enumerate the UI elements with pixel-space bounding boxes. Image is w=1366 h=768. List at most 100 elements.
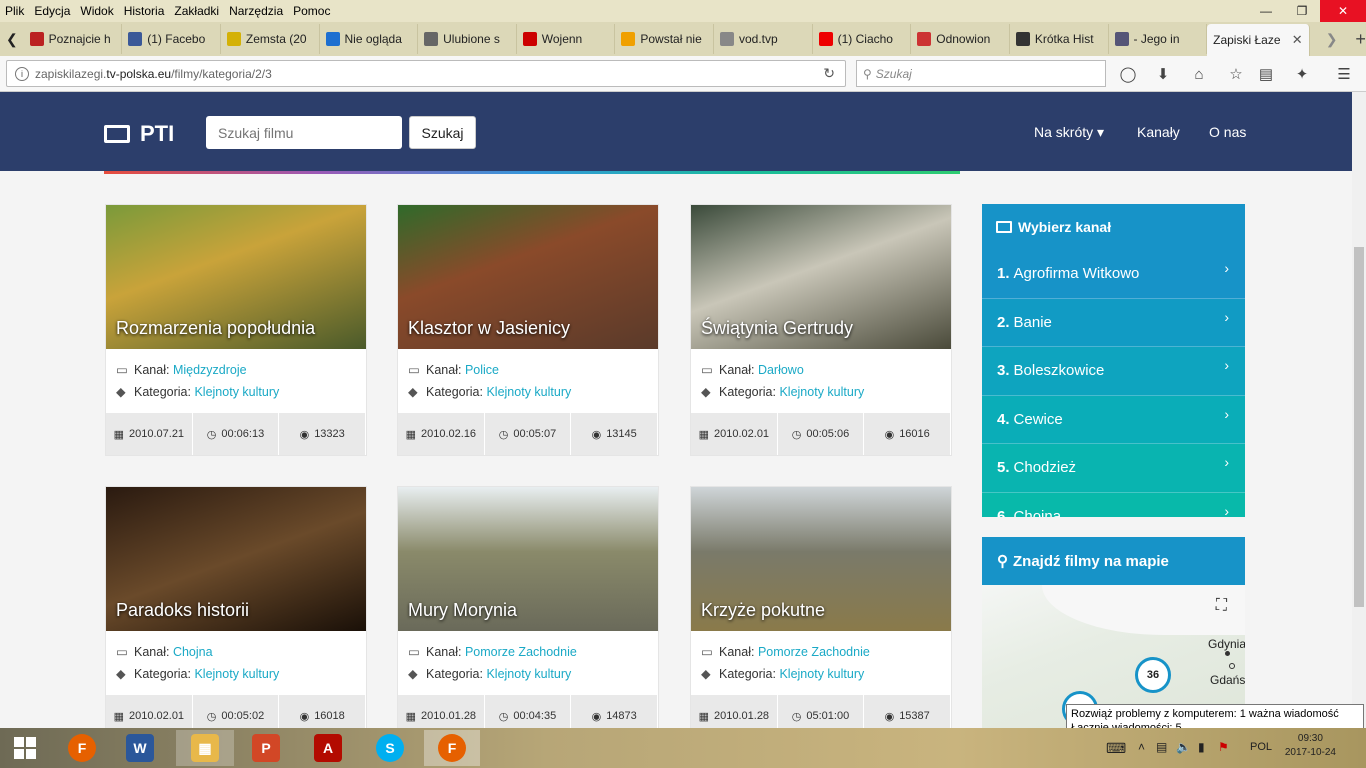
language-indicator[interactable]: POL (1250, 741, 1272, 753)
home-icon[interactable]: ⌂ (1189, 64, 1209, 84)
bookmark-star-icon[interactable]: ☆ (1226, 64, 1246, 84)
channel-item[interactable]: 3. Boleszkowice › (982, 347, 1245, 396)
browser-tab[interactable]: Nie ogląda (320, 24, 419, 54)
film-channel-link[interactable]: Pomorze Zachodnie (758, 645, 870, 659)
film-card[interactable]: Świątynia Gertrudy ▭ Kanał: Darłowo ◆ Katego… (690, 204, 952, 456)
menu-item[interactable]: Widok (75, 4, 118, 18)
film-title[interactable]: Krzyże pokutne (701, 600, 825, 621)
nav-channels-link[interactable]: Kanały (1137, 124, 1180, 140)
film-thumbnail[interactable]: Mury Morynia (398, 487, 658, 631)
nav-about-link[interactable]: O nas (1209, 124, 1246, 140)
taskbar-skype[interactable]: S (364, 730, 416, 766)
channel-item[interactable]: 2. Banie › (982, 298, 1245, 347)
taskbar-powerpoint[interactable]: P (240, 730, 292, 766)
film-category-link[interactable]: Klejnoty kultury (486, 385, 571, 399)
taskbar-firefox-active[interactable]: F (424, 730, 480, 766)
tabs-back-arrow-icon[interactable]: ❮ (0, 31, 24, 48)
browser-tab[interactable]: vod.tvp (714, 24, 813, 54)
film-card[interactable]: Paradoks historii ▭ Kanał: Chojna ◆ Kategori… (105, 486, 367, 738)
browser-tab[interactable]: Ulubione s (418, 24, 517, 54)
film-card[interactable]: Klasztor w Jasienicy ▭ Kanał: Police ◆ Kateg… (397, 204, 659, 456)
scrollbar-thumb[interactable] (1354, 247, 1364, 607)
film-thumbnail[interactable]: Paradoks historii (106, 487, 366, 631)
taskbar-acrobat[interactable]: A (302, 730, 354, 766)
taskbar-explorer[interactable]: ▦ (176, 730, 234, 766)
menu-item[interactable]: Pomoc (288, 4, 335, 18)
film-card[interactable]: Krzyże pokutne ▭ Kanał: Pomorze Zachodnie ◆… (690, 486, 952, 738)
film-title[interactable]: Mury Morynia (408, 600, 517, 621)
channel-item[interactable]: 5. Chodzież › (982, 444, 1245, 493)
volume-icon[interactable]: 🔈 (1176, 740, 1191, 754)
menu-item[interactable]: Edycja (29, 4, 75, 18)
browser-search-input[interactable]: ⚲ Szukaj (856, 60, 1106, 87)
film-category-link[interactable]: Klejnoty kultury (486, 667, 571, 681)
site-logo[interactable]: PTI (104, 121, 174, 147)
reload-icon[interactable]: ↻ (823, 65, 835, 82)
film-category-link[interactable]: Klejnoty kultury (194, 667, 279, 681)
url-bar[interactable]: i zapiskilazegi.tv-polska.eu/filmy/kateg… (6, 60, 846, 87)
page-scrollbar[interactable] (1352, 92, 1366, 728)
browser-tab[interactable]: - Jego in (1109, 24, 1208, 54)
extension-icon[interactable]: ✦ (1292, 64, 1312, 84)
film-thumbnail[interactable]: Rozmarzenia popołudnia (106, 205, 366, 349)
browser-tab[interactable]: Krótka Hist (1010, 24, 1109, 54)
map-cluster-marker[interactable]: 36 (1135, 657, 1171, 693)
menu-item[interactable]: Zakładki (169, 4, 224, 18)
hamburger-menu-icon[interactable]: ☰ (1334, 64, 1354, 84)
new-tab-icon[interactable]: + (1355, 29, 1366, 50)
restore-icon[interactable]: ❐ (1284, 0, 1320, 22)
film-category-link[interactable]: Klejnoty kultury (779, 667, 864, 681)
clock[interactable]: 09:30 2017-10-24 (1285, 732, 1336, 760)
wifi-icon[interactable]: ▤ (1156, 740, 1167, 754)
film-card[interactable]: Rozmarzenia popołudnia ▭ Kanał: Międzyzdro… (105, 204, 367, 456)
menu-item[interactable]: Historia (119, 4, 170, 18)
fullscreen-icon[interactable]: ⛶ (1216, 597, 1227, 615)
film-card[interactable]: Mury Morynia ▭ Kanał: Pomorze Zachodnie ◆ Ka… (397, 486, 659, 738)
browser-tab[interactable]: Powstał nie (615, 24, 714, 54)
channel-item[interactable]: 6. Chojna › (982, 492, 1245, 517)
browser-tab[interactable]: (1) Ciacho (813, 24, 912, 54)
taskbar-firefox[interactable]: F (56, 730, 108, 766)
nav-shortcuts-dropdown[interactable]: Na skróty ▾ (1034, 124, 1104, 141)
pocket-icon[interactable]: ◯ (1118, 64, 1138, 84)
film-search-input[interactable] (206, 116, 402, 149)
minimize-icon[interactable]: — (1248, 0, 1284, 22)
film-category-link[interactable]: Klejnoty kultury (779, 385, 864, 399)
tabs-forward-arrow-icon[interactable]: ❯ (1326, 31, 1338, 48)
battery-icon[interactable]: ▮ (1198, 740, 1205, 754)
browser-tab[interactable]: (1) Facebo (122, 24, 221, 54)
film-title[interactable]: Świątynia Gertrudy (701, 318, 853, 339)
browser-tab-active[interactable]: Zapiski Łaze ✕ (1207, 24, 1310, 56)
film-channel-link[interactable]: Międzyzdroje (173, 363, 247, 377)
film-channel-link[interactable]: Chojna (173, 645, 213, 659)
close-window-icon[interactable]: ✕ (1320, 0, 1366, 22)
film-channel-link[interactable]: Pomorze Zachodnie (465, 645, 577, 659)
film-title[interactable]: Rozmarzenia popołudnia (116, 318, 315, 339)
film-thumbnail[interactable]: Klasztor w Jasienicy (398, 205, 658, 349)
film-channel-link[interactable]: Police (465, 363, 499, 377)
keyboard-icon[interactable]: ⌨ (1106, 740, 1126, 757)
info-icon[interactable]: i (15, 66, 29, 81)
browser-tab[interactable]: Poznajcie h (24, 24, 123, 54)
tray-chevron-icon[interactable]: ˄ (1138, 740, 1145, 754)
tab-close-icon[interactable]: ✕ (1292, 32, 1303, 48)
menu-item[interactable]: Narzędzia (224, 4, 288, 18)
film-thumbnail[interactable]: Świątynia Gertrudy (691, 205, 951, 349)
film-channel-link[interactable]: Darłowo (758, 363, 804, 377)
browser-tab[interactable]: Zemsta (20 (221, 24, 320, 54)
browser-tab[interactable]: Wojenn (517, 24, 616, 54)
film-thumbnail[interactable]: Krzyże pokutne (691, 487, 951, 631)
menu-item[interactable]: Plik (0, 4, 29, 18)
channel-item[interactable]: 4. Cewice › (982, 395, 1245, 444)
film-category-link[interactable]: Klejnoty kultury (194, 385, 279, 399)
taskbar-word[interactable]: W (114, 730, 166, 766)
library-icon[interactable]: ▤ (1256, 64, 1276, 84)
film-title[interactable]: Paradoks historii (116, 600, 249, 621)
channel-item[interactable]: 1. Agrofirma Witkowo › (982, 250, 1245, 299)
start-button[interactable] (0, 730, 50, 766)
film-search-button[interactable]: Szukaj (409, 116, 476, 149)
film-title[interactable]: Klasztor w Jasienicy (408, 318, 570, 339)
action-center-flag-icon[interactable]: ⚑ (1218, 740, 1229, 754)
download-icon[interactable]: ⬇ (1153, 64, 1173, 84)
browser-tab[interactable]: Odnowion (911, 24, 1010, 54)
